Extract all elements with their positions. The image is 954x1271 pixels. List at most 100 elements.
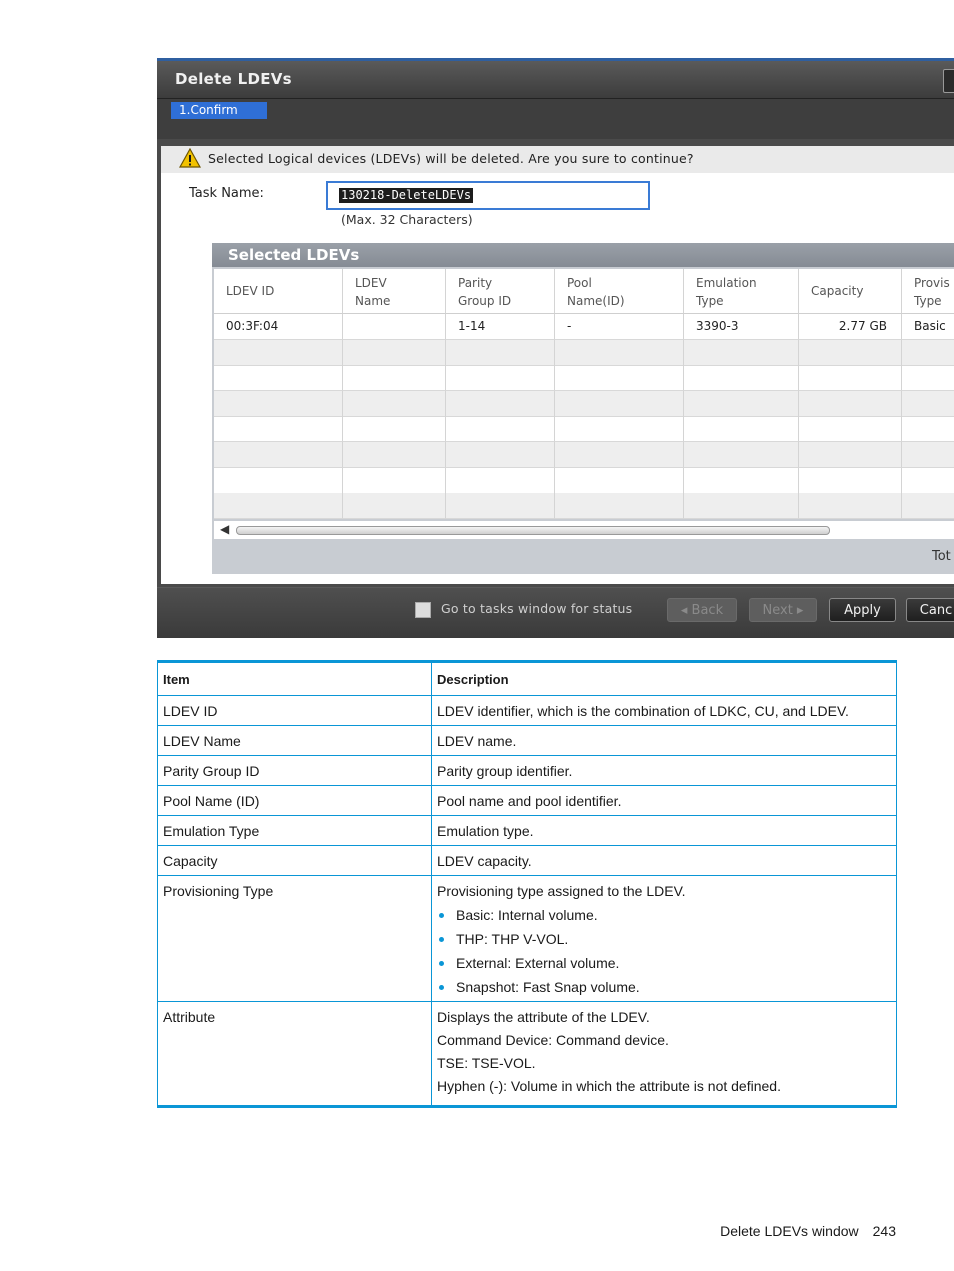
empty-grid-cell[interactable] [799, 339, 902, 366]
footer-section-title: Delete LDEVs window [720, 1223, 859, 1239]
maximize-button[interactable] [943, 69, 954, 93]
empty-grid-cell[interactable] [902, 468, 954, 494]
empty-grid-cell[interactable] [214, 339, 343, 366]
empty-grid-cell[interactable] [343, 390, 446, 417]
list-item: Basic: Internal volume. [437, 906, 891, 924]
empty-grid-cell[interactable] [902, 416, 954, 443]
column-header[interactable]: Provis Type [902, 269, 954, 314]
empty-grid-cell[interactable] [799, 416, 902, 443]
task-name-label: Task Name: [189, 186, 264, 201]
empty-grid-cell[interactable] [214, 467, 343, 494]
empty-grid-cell[interactable] [446, 416, 555, 443]
task-name-input[interactable]: 130218-DeleteLDEVs [326, 181, 650, 210]
empty-grid-cell[interactable] [902, 493, 954, 520]
step-confirm[interactable]: 1.Confirm [171, 102, 267, 119]
column-header-line: Emulation [696, 276, 757, 290]
grid-cell[interactable]: 2.77 GB [799, 314, 902, 340]
column-header-line: Group ID [458, 294, 512, 308]
warning-message: Selected Logical devices (LDEVs) will be… [208, 151, 694, 166]
empty-grid-cell[interactable] [684, 442, 799, 468]
empty-grid-cell[interactable] [902, 339, 954, 366]
grid-cell[interactable]: Basic [902, 314, 954, 340]
next-button[interactable]: Next ▸ [749, 598, 817, 622]
empty-grid-cell[interactable] [799, 365, 902, 392]
empty-grid-cell[interactable] [446, 390, 555, 417]
empty-grid-cell[interactable] [214, 365, 343, 392]
empty-grid-cell[interactable] [446, 493, 555, 520]
empty-grid-cell[interactable] [684, 416, 799, 443]
empty-grid-cell[interactable] [684, 390, 799, 417]
horizontal-scrollbar[interactable]: ◀ [214, 521, 954, 539]
item-cell: LDEV ID [157, 695, 432, 726]
column-header[interactable]: LDEV ID [214, 269, 343, 314]
description-cell: Provisioning type assigned to the LDEV. … [431, 875, 897, 1002]
empty-grid-cell[interactable] [446, 365, 555, 392]
column-header[interactable]: Pool Name(ID) [555, 269, 684, 314]
empty-grid-cell[interactable] [343, 339, 446, 366]
empty-grid-cell[interactable] [902, 442, 954, 468]
empty-grid-cell[interactable] [446, 339, 555, 366]
item-cell: Parity Group ID [157, 755, 432, 786]
empty-grid-cell[interactable] [555, 467, 684, 494]
empty-grid-cell[interactable] [214, 416, 343, 443]
cancel-button[interactable]: Canc [906, 598, 954, 622]
empty-grid-cell[interactable] [684, 339, 799, 366]
column-header[interactable]: Capacity [799, 269, 902, 314]
empty-grid-cell[interactable] [555, 365, 684, 392]
table-row: LDEV Name LDEV name. [157, 725, 897, 756]
empty-grid-cell[interactable] [446, 442, 555, 468]
empty-grid-cell[interactable] [343, 467, 446, 494]
empty-grid-cell[interactable] [684, 467, 799, 494]
empty-grid-cell[interactable] [799, 390, 902, 417]
empty-grid-cell[interactable] [555, 442, 684, 468]
empty-grid-cell[interactable] [555, 390, 684, 417]
grid-cell[interactable]: 00:3F:04 [214, 314, 343, 340]
provisioning-type-list: Basic: Internal volume. THP: THP V-VOL. … [437, 906, 891, 996]
apply-button[interactable]: Apply [829, 598, 896, 622]
table-row: Provisioning Type Provisioning type assi… [157, 875, 897, 1002]
empty-grid-cell[interactable] [902, 390, 954, 417]
grid-cell[interactable] [343, 314, 446, 340]
empty-grid-cell[interactable] [684, 493, 799, 520]
column-header[interactable]: Parity Group ID [446, 269, 555, 314]
selected-ldevs-title: Selected LDEVs [228, 246, 360, 264]
grid-cell[interactable]: - [555, 314, 684, 340]
column-header[interactable]: LDEV Name [343, 269, 446, 314]
wizard-step-bar: 1.Confirm [157, 99, 954, 139]
empty-grid-cell[interactable] [799, 442, 902, 468]
grid-cell[interactable]: 3390-3 [684, 314, 799, 340]
empty-grid-cell[interactable] [799, 467, 902, 494]
empty-grid-cell[interactable] [446, 467, 555, 494]
empty-grid-cell[interactable] [343, 442, 446, 468]
table-row: LDEV ID LDEV identifier, which is the com… [157, 695, 897, 726]
empty-grid-cell[interactable] [902, 365, 954, 392]
empty-grid-cell[interactable] [214, 493, 343, 520]
table-row: Attribute Displays the attribute of the … [157, 1001, 897, 1107]
column-header-line: Type [914, 294, 942, 308]
scroll-left-icon[interactable]: ◀ [220, 522, 229, 536]
header-description: Description [431, 661, 897, 696]
item-description-table: Item Description LDEV ID LDEV identifier,… [157, 660, 897, 1108]
empty-grid-cell[interactable] [343, 416, 446, 443]
empty-grid-cell[interactable] [684, 365, 799, 392]
empty-grid-cell[interactable] [214, 390, 343, 417]
description-cell: Emulation type. [431, 815, 897, 846]
tasks-window-checkbox[interactable] [415, 602, 431, 618]
empty-grid-cell[interactable] [555, 339, 684, 366]
scrollbar-thumb[interactable] [236, 526, 830, 535]
total-label: Tot [932, 549, 951, 564]
table-row: Parity Group ID Parity group identifier. [157, 755, 897, 786]
empty-grid-cell[interactable] [343, 365, 446, 392]
empty-grid-cell[interactable] [799, 493, 902, 520]
column-header-line: Name(ID) [567, 294, 625, 308]
empty-grid-cell[interactable] [343, 493, 446, 520]
empty-grid-cell[interactable] [555, 416, 684, 443]
delete-ldevs-window: Delete LDEVs 1.Confirm Selected Logical … [157, 58, 954, 638]
description-cell: Pool name and pool identifier. [431, 785, 897, 816]
column-header-line: Pool [567, 276, 592, 290]
grid-cell[interactable]: 1-14 [446, 314, 555, 340]
empty-grid-cell[interactable] [555, 493, 684, 520]
column-header[interactable]: Emulation Type [684, 269, 799, 314]
empty-grid-cell[interactable] [214, 442, 343, 468]
back-button[interactable]: ◂ Back [667, 598, 737, 622]
